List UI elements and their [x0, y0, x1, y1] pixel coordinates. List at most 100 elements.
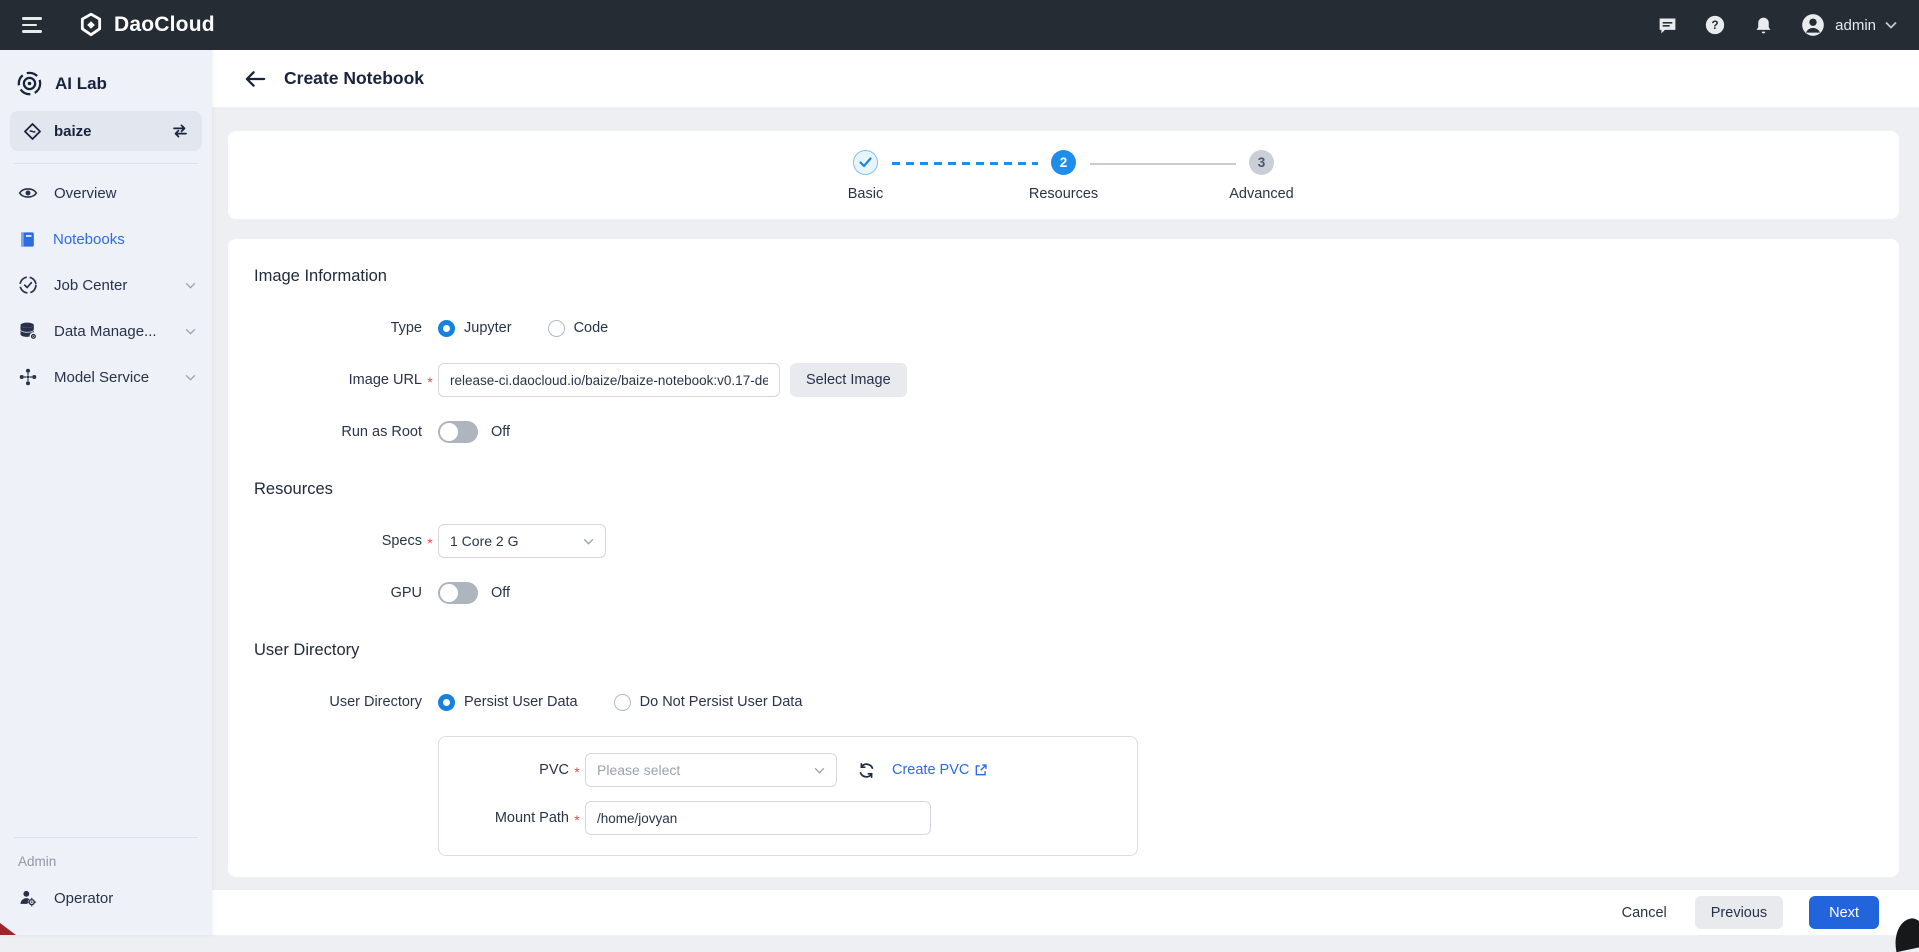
- run-as-root-state: Off: [491, 424, 510, 440]
- form-card: Image Information Type Jupyter Code Imag…: [228, 239, 1899, 877]
- sidebar: AI Lab baize Overview Notebooks: [0, 50, 212, 935]
- image-url-label: Image URL: [254, 372, 422, 388]
- back-arrow-icon[interactable]: [242, 66, 268, 92]
- username: admin: [1835, 17, 1876, 34]
- radio-persist-user-data[interactable]: Persist User Data: [438, 694, 578, 711]
- refresh-icon[interactable]: [857, 761, 876, 780]
- previous-button[interactable]: Previous: [1695, 896, 1783, 929]
- sidebar-item-label: Job Center: [54, 277, 127, 294]
- job-center-icon: [18, 275, 38, 295]
- user-menu-chevron-icon: [1885, 21, 1897, 29]
- sidebar-item-label: Data Manage...: [54, 323, 157, 340]
- workspace-name: baize: [54, 123, 92, 140]
- type-row: Type Jupyter Code: [254, 310, 1873, 346]
- svg-text:?: ?: [1712, 18, 1719, 32]
- chevron-down-icon: [185, 328, 196, 335]
- step-number: 2: [1051, 150, 1076, 175]
- radio-unselected-icon: [614, 694, 631, 711]
- sidebar-item-label: Operator: [54, 890, 113, 907]
- stepper-connector: [892, 162, 1038, 165]
- stepper-connector: [1090, 163, 1236, 165]
- sidebar-item-job-center[interactable]: Job Center: [0, 262, 212, 308]
- sidebar-item-overview[interactable]: Overview: [0, 170, 212, 216]
- section-user-directory: User Directory: [254, 641, 1873, 660]
- corner-decoration-left: [0, 923, 16, 935]
- top-header: DaoCloud ? admin: [0, 0, 1919, 50]
- notebook-icon: [18, 230, 37, 249]
- cancel-button[interactable]: Cancel: [1622, 905, 1667, 921]
- pvc-select[interactable]: Please select: [585, 753, 837, 787]
- daocloud-logo-icon: [78, 12, 104, 38]
- brand-name: DaoCloud: [114, 13, 215, 37]
- gpu-label: GPU: [254, 585, 422, 601]
- pvc-placeholder: Please select: [597, 762, 680, 778]
- run-as-root-row: Run as Root Off: [254, 414, 1873, 450]
- radio-do-not-persist[interactable]: Do Not Persist User Data: [614, 694, 803, 711]
- gpu-state: Off: [491, 585, 510, 601]
- select-image-button[interactable]: Select Image: [790, 363, 907, 397]
- gpu-row: GPU Off: [254, 575, 1873, 611]
- type-label: Type: [254, 320, 422, 336]
- menu-toggle-icon[interactable]: [22, 17, 44, 33]
- step-label: Advanced: [1229, 186, 1294, 202]
- sidebar-item-label: Model Service: [54, 369, 149, 386]
- page-title: Create Notebook: [284, 68, 424, 89]
- brand-logo[interactable]: DaoCloud: [78, 12, 215, 38]
- workspace-selector[interactable]: baize: [10, 111, 202, 151]
- step-label: Basic: [848, 186, 883, 202]
- step-number: 3: [1249, 150, 1274, 175]
- model-service-icon: [18, 367, 38, 387]
- user-directory-label: User Directory: [254, 694, 422, 710]
- main-content: Basic 2 Resources 3 Advanced Image Infor…: [212, 107, 1919, 890]
- step-advanced[interactable]: 3 Advanced: [1249, 150, 1275, 202]
- notifications-bell-icon[interactable]: [1752, 14, 1774, 36]
- radio-selected-icon: [438, 694, 455, 711]
- specs-value: 1 Core 2 G: [450, 533, 518, 549]
- external-link-icon: [974, 763, 988, 777]
- create-pvc-label: Create PVC: [892, 762, 969, 778]
- eye-icon: [18, 183, 38, 203]
- radio-code[interactable]: Code: [548, 320, 609, 337]
- section-image-information: Image Information: [254, 267, 1873, 286]
- messages-icon[interactable]: [1656, 14, 1678, 36]
- pvc-panel: PVC * Please select: [438, 736, 1138, 856]
- radio-label: Do Not Persist User Data: [640, 694, 803, 710]
- help-icon[interactable]: ?: [1704, 14, 1726, 36]
- gpu-toggle[interactable]: [438, 582, 478, 604]
- create-pvc-link[interactable]: Create PVC: [892, 762, 988, 778]
- admin-section-label: Admin: [0, 844, 212, 875]
- step-resources[interactable]: 2 Resources: [1051, 150, 1077, 202]
- mount-path-input[interactable]: [585, 801, 931, 835]
- mount-path-row: Mount Path *: [439, 801, 1137, 835]
- image-url-input[interactable]: [438, 363, 780, 397]
- sidebar-divider: [14, 837, 198, 838]
- chevron-down-icon: [185, 282, 196, 289]
- run-as-root-toggle[interactable]: [438, 421, 478, 443]
- sidebar-app-header: AI Lab: [0, 60, 212, 109]
- footer-action-bar: Cancel Previous Next: [212, 890, 1919, 935]
- mount-path-label: Mount Path: [439, 810, 569, 826]
- image-url-row: Image URL * Select Image: [254, 362, 1873, 398]
- sidebar-item-data-management[interactable]: Data Manage...: [0, 308, 212, 354]
- step-basic[interactable]: Basic: [853, 150, 879, 202]
- next-button[interactable]: Next: [1809, 896, 1879, 929]
- step-check-icon: [853, 150, 878, 175]
- user-menu[interactable]: admin: [1800, 12, 1897, 38]
- radio-label: Persist User Data: [464, 694, 578, 710]
- specs-select[interactable]: 1 Core 2 G: [438, 524, 606, 558]
- required-marker: *: [569, 809, 585, 828]
- switch-workspace-icon[interactable]: [171, 122, 189, 140]
- stepper-card: Basic 2 Resources 3 Advanced: [228, 131, 1899, 219]
- workspace-icon: [23, 122, 42, 141]
- radio-jupyter[interactable]: Jupyter: [438, 320, 512, 337]
- chevron-down-icon: [185, 374, 196, 381]
- sidebar-item-notebooks[interactable]: Notebooks: [0, 216, 212, 262]
- required-marker: *: [422, 532, 438, 551]
- page-titlebar: Create Notebook: [212, 50, 1919, 107]
- sidebar-item-model-service[interactable]: Model Service: [0, 354, 212, 400]
- pvc-label: PVC: [439, 762, 569, 778]
- sidebar-item-operator[interactable]: Operator: [0, 875, 212, 921]
- chevron-down-icon: [814, 767, 825, 774]
- step-label: Resources: [1029, 186, 1098, 202]
- avatar-icon: [1800, 12, 1826, 38]
